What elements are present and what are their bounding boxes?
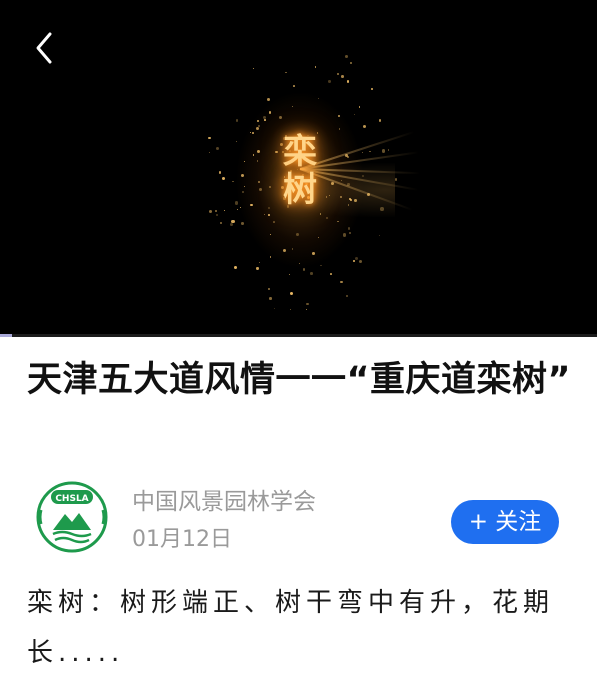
sparkle-dot [255,126,259,130]
sparkle-dot [293,85,295,87]
sparkle-dot [243,160,245,162]
sparkle-dot [311,252,315,255]
chevron-left-icon [36,32,52,64]
video-player[interactable]: 栾 树 [0,0,597,336]
sparkle-dot [348,198,351,201]
sparkle-dot [378,234,380,236]
article-summary: 栾树：树形端正、树干弯中有升，花期长..... [27,588,555,668]
sparkle-dot [341,75,344,79]
sparkle-dot [252,131,255,134]
logo-text: CHSLA [55,494,88,504]
sparkle-dot [263,213,265,215]
video-progress-bar[interactable] [0,334,597,337]
sparkle-dot [288,273,290,275]
sparkle-dot [219,221,222,224]
sparkle-dot [273,307,275,309]
sparkle-dot [218,171,222,174]
sparkle-dot [208,151,210,153]
publisher-logo[interactable]: CHSLA [35,480,109,554]
sparkle-dot [394,178,398,181]
back-button[interactable] [30,28,64,68]
sparkle-dot [340,280,343,283]
sparkle-dot [353,198,357,202]
sparkle-dot [241,221,245,225]
sparkle-dot [278,116,282,119]
sparkle-dot [380,207,384,211]
chsla-logo-icon: CHSLA [36,481,108,553]
video-progress-fill [0,334,12,337]
sparkle-dot [342,233,347,237]
sparkle-dot [338,114,341,117]
sparkle-dot [289,291,293,295]
sparkle-dot [268,110,272,114]
sparkle-dot [370,87,373,90]
sparkle-dot [330,273,332,275]
publish-date: 01月12日 [132,527,232,552]
article-title: 天津五大道风情一一“重庆道栾树” [27,360,572,400]
sparkle-dot [256,267,259,270]
publisher-name[interactable]: 中国风景园林学会 [132,487,316,517]
sparkle-dot [328,80,331,83]
sparkle-dot [310,272,313,275]
sparkle-dot [263,119,266,122]
sparkle-dot [345,54,348,58]
sparkle-dot [314,66,316,68]
sparkle-dot [232,180,234,183]
sparkle-dot [269,256,272,258]
sparkle-dot [267,206,270,209]
sparkle-dot [250,203,253,206]
sparkle-dot [268,213,270,216]
sparkle-dot [346,80,350,83]
sparkle-dot [345,295,348,298]
sparkle-dot [382,149,386,153]
sparkle-dot [258,125,260,127]
follow-button[interactable]: + 关注 [451,500,559,544]
sparkle-dot [269,297,272,300]
sparkle-dot [273,221,275,223]
video-overlay-title: 栾 树 [283,132,317,210]
sparkle-dot [235,119,239,122]
sparkle-dot [266,97,271,101]
sparkle-dot [252,154,255,156]
sparkle-dot [256,119,259,122]
sparkle-dot [269,234,271,236]
sparkle-dot [267,288,270,291]
sparkle-dot [306,302,309,305]
sparkle-dot [249,131,251,133]
sparkle-dot [347,204,350,206]
